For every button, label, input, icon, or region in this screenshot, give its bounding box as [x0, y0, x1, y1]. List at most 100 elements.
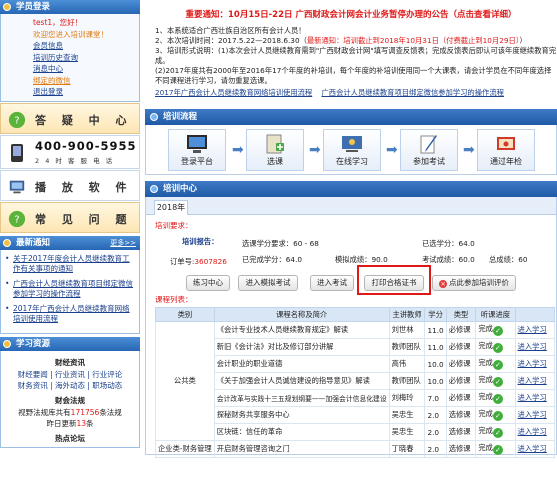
hot-forum-title[interactable]: 热点论坛	[3, 433, 137, 445]
mock-score: 模拟成绩：90.0	[335, 255, 388, 264]
enter-study-link[interactable]: 进入学习	[518, 359, 547, 368]
tab-2018[interactable]: 2018年	[154, 200, 188, 215]
enter-study-link[interactable]: 进入学习	[518, 444, 547, 453]
qa-center-button[interactable]: ? 答 疑 中 心	[0, 102, 140, 134]
qa-center-label: 答 疑 中 心	[35, 113, 133, 127]
finance-news-links-2[interactable]: 财务资讯 | 海外动态 | 职场动态	[3, 380, 137, 391]
player-software-label: 播 放 软 件	[35, 180, 133, 194]
order-number: 订单号:3607826	[170, 257, 227, 266]
step-login[interactable]: 登录平台	[168, 129, 226, 171]
step-select-course[interactable]: 选课	[246, 129, 304, 171]
phone-icon	[11, 143, 23, 162]
year-tabs: 2018年	[146, 197, 556, 215]
player-software-button[interactable]: 播 放 软 件	[0, 169, 140, 201]
faq-button[interactable]: ? 常 见 问 题	[0, 201, 140, 233]
arrow-icon: ➡	[386, 142, 398, 158]
announcement-link[interactable]: 重要通知：10月15日-22日 广西财政会计网会计业务暂停办理的公告（点击查看详…	[145, 8, 557, 22]
regulations-updated: 昨日更新13条	[46, 418, 94, 428]
step-online-study[interactable]: 在线学习	[323, 129, 381, 171]
resources-panel-header: 学习资源	[0, 336, 140, 351]
info-block: 1、本系统适合广西壮族自治区所有会计人员！ 2、本次培训时间：2017.5.22…	[145, 26, 557, 98]
info-line-2: 2、本次培训时间：2017.5.22—2018.6.30（最新通知：培训截止到2…	[155, 36, 527, 45]
news-panel-header: 最新通知 更多>>	[0, 235, 140, 250]
hotline-panel: 400-900-5955 2 4 时 客 服 电 话	[0, 134, 140, 169]
check-icon: ✓	[492, 326, 503, 336]
enter-study-link[interactable]: 进入学习	[518, 376, 547, 385]
finance-news-links-1[interactable]: 财经要闻 | 行业资讯 | 行业评论	[3, 369, 137, 380]
course-table-wrap: 类别 课程名称及简介 主讲教师 学分 类型 听课进度 公共类 《会计专业技术人员…	[146, 307, 556, 477]
flow-header: 培训流程	[145, 109, 557, 125]
news-more-link[interactable]: 更多>>	[110, 236, 136, 250]
news-item[interactable]: 关于2017年度会计人员继续教育工作有关事项的通知	[5, 254, 135, 275]
table-row: 公共类 《会计专业技术人员继续教育规定》解读 刘世林 11.0 必修课 完成 ✓ 进入学…	[155, 321, 556, 441]
highlight-box	[357, 265, 431, 295]
user-icon	[3, 3, 11, 11]
table-header: 类别 课程名称及简介 主讲教师 学分 类型 听课进度	[155, 307, 556, 322]
arrow-icon: ➡	[463, 142, 475, 158]
login-title: 学员登录	[16, 2, 51, 12]
menu-training-history[interactable]: 培训历史查询	[33, 53, 78, 62]
practice-center-button[interactable]: 练习中心	[186, 275, 230, 291]
center-title: 培训中心	[163, 184, 198, 194]
usage-flow-link[interactable]: 2017年广西会计人员继续教育网络培训使用流程	[155, 88, 312, 97]
flow-title: 培训流程	[163, 112, 198, 122]
table-row: 探秘财务共享服务中心 吴忠生 2.0 选修课 完成 ✓ 进入学习	[156, 406, 556, 424]
close-circle-icon: ×	[439, 280, 447, 288]
step-annual-check[interactable]: 通过年检	[477, 129, 535, 171]
completed-credits: 已完成学分：64.0	[242, 255, 303, 264]
category-cell: 企业类-财务管理	[155, 440, 215, 458]
course-table: 类别 课程名称及简介 主讲教师 学分 类型 听课进度 公共类 《会计专业技术人员…	[155, 307, 556, 458]
enter-study-link[interactable]: 进入学习	[518, 393, 547, 402]
monitor-icon	[187, 135, 207, 153]
wechat-flow-link[interactable]: 广西会计人员继续教育项目绑定微信参加学习的操作流程	[322, 88, 504, 97]
check-icon: ✓	[492, 445, 503, 455]
category-cell: 公共类	[155, 321, 215, 441]
online-study-icon	[342, 136, 362, 152]
svg-text:?: ?	[14, 214, 19, 225]
login-panel: test1，您好！ 欢迎您进入培训课堂！ 会员信息 培训历史查询 消息中心 绑定…	[0, 14, 140, 102]
news-item[interactable]: 2017年广西会计人员继续教育网络培训使用流程	[5, 304, 135, 325]
exam-button[interactable]: 进入考试	[310, 275, 354, 291]
news-item[interactable]: 广西会计人员继续教育项目绑定微信参加学习的操作流程	[5, 279, 135, 300]
step-take-exam[interactable]: 参加考试	[400, 129, 458, 171]
computer-icon	[9, 180, 25, 193]
clipboard-plus-icon	[266, 134, 284, 154]
menu-bound-wechat[interactable]: 绑定的微信	[33, 76, 71, 85]
menu-member-info[interactable]: 会员信息	[33, 41, 63, 50]
course-list-label: 课程列表：	[155, 295, 193, 304]
finance-news-title[interactable]: 财经资讯	[3, 357, 137, 369]
table-row: 会计改革与实践十三五规划纲要——加强会计信息化建设 刘梅玲 7.0 必修课 完成 ✓ 进…	[156, 389, 556, 407]
enter-study-link[interactable]: 进入学习	[518, 325, 547, 334]
exam-score: 考试成绩：60.0	[422, 255, 475, 264]
mock-exam-button[interactable]: 进入模拟考试	[238, 275, 298, 291]
main-content: 重要通知：10月15日-22日 广西财政会计网会计业务暂停办理的公告（点击查看详…	[145, 0, 557, 497]
training-center: 2018年 培训要求： 培训报告： 订单号:3607826 选课学分要求：60 …	[145, 197, 557, 458]
center-header-icon	[150, 185, 158, 193]
check-icon: ✓	[492, 411, 503, 421]
question-icon: ?	[8, 210, 26, 227]
table-row: 企业类-财务管理 开启财务管理咨询之门 丁晓春 2.0 选修课 完成 ✓ 进入学习	[155, 440, 556, 458]
check-icon: ✓	[492, 360, 503, 370]
resources-title: 学习资源	[16, 338, 51, 349]
required-credits: 选课学分要求：60 - 68	[242, 239, 319, 248]
flow-header-icon	[150, 113, 158, 121]
hotline-number: 400-900-5955	[35, 138, 137, 153]
enter-study-link[interactable]: 进入学习	[518, 342, 547, 351]
regulations-title[interactable]: 财会法规	[3, 395, 137, 407]
enter-study-link[interactable]: 进入学习	[518, 427, 547, 436]
login-panel-header: 学员登录	[0, 0, 140, 14]
table-row: 会计职业的职业道德 高伟 10.0 必修课 完成 ✓ 进入学习	[156, 355, 556, 373]
report-label: 培训报告：	[182, 237, 219, 246]
evaluation-button[interactable]: × 点此参加培训评价	[432, 275, 516, 291]
check-icon: ✓	[492, 394, 503, 404]
svg-text:?: ?	[14, 115, 19, 126]
enter-study-link[interactable]: 进入学习	[518, 410, 547, 419]
menu-message-center[interactable]: 消息中心	[33, 64, 63, 73]
arrow-icon: ➡	[309, 142, 321, 158]
menu-logout[interactable]: 退出登录	[33, 87, 63, 96]
news-icon	[3, 238, 11, 247]
sidebar: 学员登录 test1，您好！ 欢迎您进入培训课堂！ 会员信息 培训历史查询 消息…	[0, 0, 140, 497]
resources-panel: 财经资讯 财经要闻 | 行业资讯 | 行业评论 财务资讯 | 海外动态 | 职场…	[0, 350, 140, 448]
table-row: 新旧《会计法》对比及修订部分讲解 教师团队 11.0 必修课 完成 ✓ 进入学习	[156, 338, 556, 356]
table-row: 区块链：信任的革命 吴忠生 2.0 选修课 完成 ✓ 进入学习	[156, 423, 556, 441]
